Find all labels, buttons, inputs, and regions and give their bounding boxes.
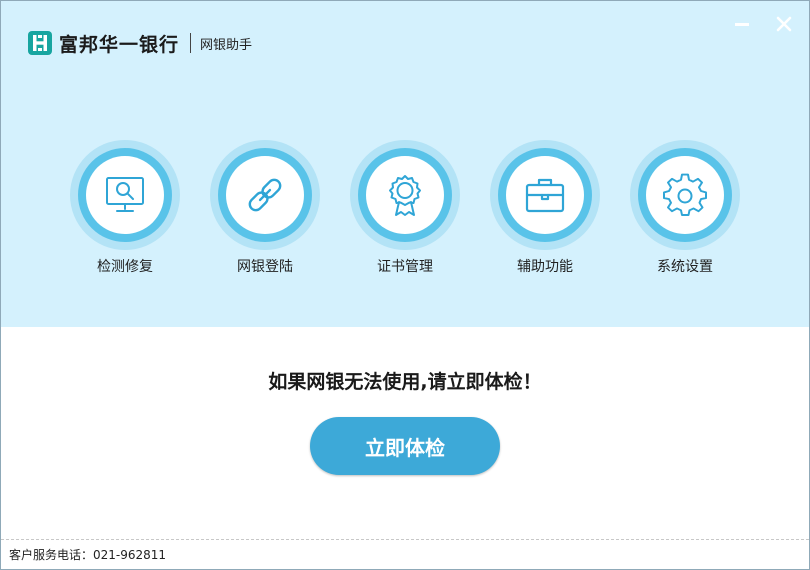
feature-ring	[350, 140, 460, 250]
feature-label: 检测修复	[97, 259, 153, 275]
feature-auxiliary-functions[interactable]: 辅助功能	[490, 140, 600, 276]
app-window: 富邦华一银行 网银助手 检测修复 网银登陆 证书管理 辅助功能 系统设置 如果网…	[0, 0, 810, 570]
title-divider	[190, 33, 192, 53]
gear-icon	[663, 173, 707, 216]
monitor-search-icon	[106, 177, 144, 212]
feature-ring	[210, 140, 320, 250]
fubon-logo-icon	[28, 31, 52, 55]
feature-detect-repair[interactable]: 检测修复	[70, 140, 180, 276]
close-button[interactable]	[771, 11, 797, 37]
feature-label: 辅助功能	[517, 259, 573, 275]
feature-ring-mid	[498, 148, 592, 242]
feature-ring-inner	[226, 156, 304, 234]
minimize-button[interactable]	[729, 11, 755, 37]
feature-ring	[70, 140, 180, 250]
feature-system-settings[interactable]: 系统设置	[630, 140, 740, 276]
feature-ring-inner	[646, 156, 724, 234]
brand-logo: 富邦华一银行 网银助手	[27, 29, 252, 57]
link-chain-icon	[248, 178, 282, 212]
feature-ring-inner	[86, 156, 164, 234]
certificate-badge-icon	[389, 175, 421, 216]
feature-certificate-management[interactable]: 证书管理	[350, 140, 460, 276]
feature-label: 证书管理	[377, 259, 433, 275]
feature-label: 系统设置	[657, 259, 713, 275]
app-name: 网银助手	[200, 37, 253, 53]
feature-ring-mid	[78, 148, 172, 242]
health-check-button[interactable]: 立即体检	[310, 417, 500, 475]
feature-ring	[490, 140, 600, 250]
feature-online-banking-login[interactable]: 网银登陆	[210, 140, 320, 276]
health-check-prompt: 如果网银无法使用,请立即体检！	[268, 371, 542, 393]
feature-ring-inner	[366, 156, 444, 234]
header-panel: 富邦华一银行 网银助手 检测修复 网银登陆 证书管理 辅助功能 系统设置	[1, 1, 809, 327]
feature-ring-mid	[358, 148, 452, 242]
briefcase-icon	[525, 178, 565, 213]
minimize-icon	[735, 23, 749, 26]
feature-ring-inner	[506, 156, 584, 234]
service-phone: 客户服务电话：021-962811	[9, 548, 167, 562]
feature-ring-mid	[218, 148, 312, 242]
status-bar: 客户服务电话：021-962811	[1, 539, 809, 569]
close-icon	[776, 16, 792, 32]
bank-name: 富邦华一银行	[59, 33, 180, 56]
feature-ring-mid	[638, 148, 732, 242]
feature-ring	[630, 140, 740, 250]
feature-label: 网银登陆	[237, 259, 293, 275]
